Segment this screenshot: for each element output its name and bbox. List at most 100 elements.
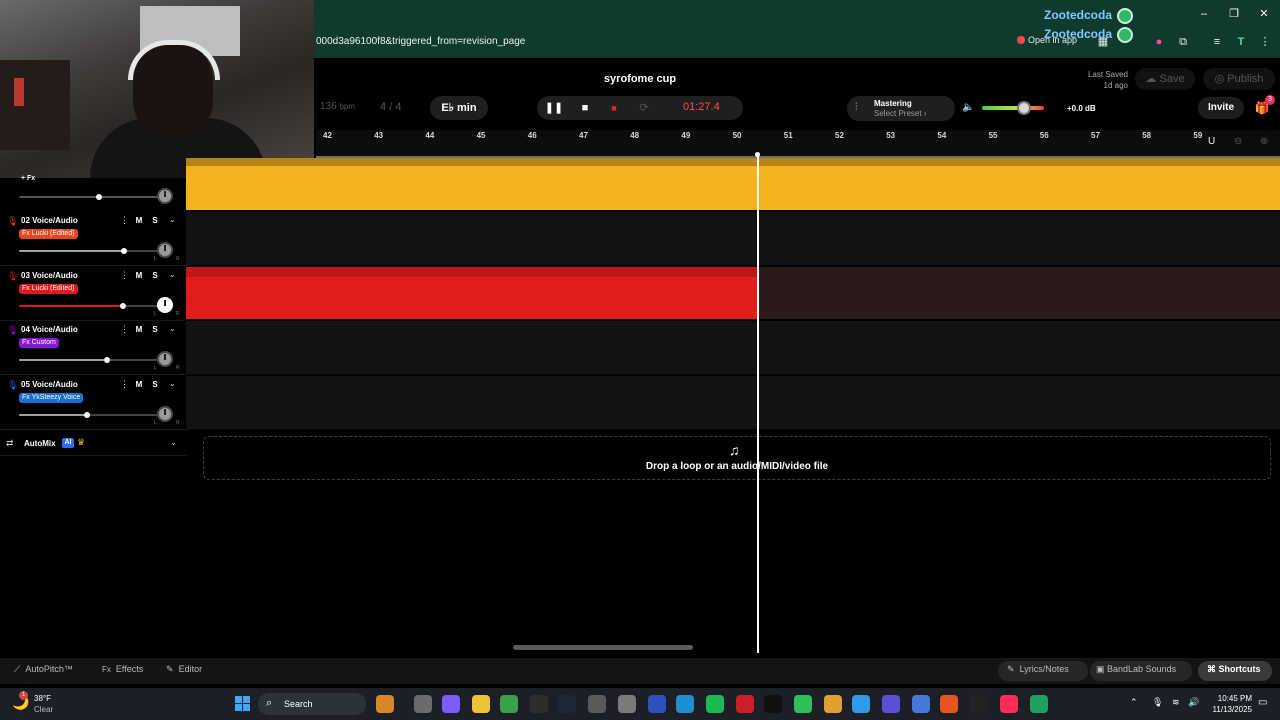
more-options-icon[interactable]: ⋮ xyxy=(120,215,129,226)
track-volume-handle[interactable] xyxy=(84,412,90,418)
steam-icon[interactable] xyxy=(558,695,576,713)
solo-button[interactable]: S xyxy=(149,215,161,227)
chevron-down-icon[interactable]: ⌄ xyxy=(170,438,177,447)
mute-button[interactable]: M xyxy=(133,270,145,282)
playhead[interactable] xyxy=(757,153,759,653)
track-volume-handle[interactable] xyxy=(121,248,127,254)
fl-studio-icon[interactable] xyxy=(940,695,958,713)
track-header[interactable]: 🎙 05 Voice/Audio ⋮ M S ⌄ Fx YkSteezy Voi… xyxy=(0,376,186,430)
mute-button[interactable]: M xyxy=(133,215,145,227)
fx-preset-chip[interactable]: Fx YkSteezy Voice xyxy=(19,393,84,403)
track-lane[interactable] xyxy=(186,376,1280,430)
taskbar-search[interactable]: Search xyxy=(258,693,366,715)
whatsapp-icon[interactable] xyxy=(1030,695,1048,713)
automix-row[interactable]: ⇄ AutoMix AI ♛ ⌄ xyxy=(0,432,186,456)
pan-knob[interactable] xyxy=(157,188,173,204)
solo-button[interactable]: S xyxy=(149,270,161,282)
vpn-icon[interactable] xyxy=(648,695,666,713)
spotify-icon[interactable] xyxy=(706,695,724,713)
bandlab-sounds-button[interactable]: ▣ BandLab Sounds xyxy=(1096,664,1176,675)
copilot-icon[interactable] xyxy=(442,695,460,713)
key-button[interactable]: E♭ min xyxy=(430,96,488,120)
settings-icon[interactable] xyxy=(618,695,636,713)
track-volume-slider[interactable] xyxy=(19,196,159,198)
playhead-handle[interactable] xyxy=(755,152,760,157)
notification-icon[interactable]: ▭ xyxy=(1258,697,1267,708)
chevron-up-icon[interactable]: ⌃ xyxy=(1130,697,1138,708)
stop-icon[interactable]: ■ xyxy=(573,96,597,120)
zoom-in-icon[interactable]: ⊕ xyxy=(1260,136,1268,147)
vpn2-icon[interactable] xyxy=(912,695,930,713)
pan-knob[interactable] xyxy=(157,406,173,422)
settings-gear-icon[interactable] xyxy=(588,695,606,713)
chrome-icon[interactable] xyxy=(852,695,870,713)
profile-button[interactable]: T xyxy=(1234,35,1248,49)
close-icon[interactable]: ✕ xyxy=(1254,6,1274,22)
solo-button[interactable]: S xyxy=(149,324,161,336)
tiktok-icon[interactable] xyxy=(1000,695,1018,713)
more-options-icon[interactable]: ⋮ xyxy=(120,324,129,335)
track-name[interactable]: 05 Voice/Audio xyxy=(21,380,78,389)
pan-knob[interactable] xyxy=(157,297,173,313)
snap-magnet-icon[interactable]: U xyxy=(1208,136,1215,147)
effects-button[interactable]: Fx Effects xyxy=(102,664,143,674)
track-volume-handle[interactable] xyxy=(120,303,126,309)
track-volume-handle[interactable] xyxy=(104,357,110,363)
chevron-down-icon[interactable]: ⌄ xyxy=(169,215,176,224)
mute-button[interactable]: M xyxy=(133,379,145,391)
store-icon[interactable] xyxy=(530,695,548,713)
record-icon[interactable]: ■ xyxy=(602,96,626,120)
file-explorer-icon[interactable] xyxy=(472,695,490,713)
opera-icon[interactable] xyxy=(736,695,754,713)
clock-time[interactable]: 10:45 PM xyxy=(1212,694,1252,703)
solo-button[interactable]: S xyxy=(149,379,161,391)
autopitch-button[interactable]: ⟋ AutoPitch™ xyxy=(14,664,73,675)
chevron-down-icon[interactable]: ⌄ xyxy=(169,270,176,279)
track-header[interactable]: 🎙 04 Voice/Audio ⋮ M S ⌄ Fx Custom L R xyxy=(0,321,186,375)
zoom-out-icon[interactable]: ⊖ xyxy=(1234,136,1242,147)
puzzle-icon[interactable]: ⧉ xyxy=(1176,35,1190,49)
more-options-icon[interactable]: ⋮ xyxy=(120,379,129,390)
publish-button[interactable]: ◎ Publish xyxy=(1203,68,1275,90)
file-viewer-icon[interactable] xyxy=(414,695,432,713)
pause-icon[interactable]: ❚❚ xyxy=(542,96,566,120)
mastering-button[interactable]: ⫶ Mastering Select Preset › xyxy=(847,96,955,121)
minimize-icon[interactable]: – xyxy=(1194,6,1214,22)
track-header[interactable]: 🎙 03 Voice/Audio ⋮ M S ⌄ Fx Lucki (Edite… xyxy=(0,267,186,321)
track-name[interactable]: 04 Voice/Audio xyxy=(21,325,78,334)
extension-icon[interactable]: ▦ xyxy=(1096,35,1110,49)
master-volume-slider[interactable] xyxy=(982,106,1044,110)
fx-preset-chip[interactable]: Fx Custom xyxy=(19,338,59,348)
more-icon[interactable]: ⋮ xyxy=(1258,35,1272,49)
restore-icon[interactable]: ❐ xyxy=(1224,6,1244,22)
track-lane[interactable] xyxy=(186,212,1280,266)
pan-knob[interactable] xyxy=(157,242,173,258)
track-name[interactable]: 03 Voice/Audio xyxy=(21,271,78,280)
clock-date[interactable]: 11/13/2025 xyxy=(1206,705,1252,714)
lyrics-notes-button[interactable]: ✎ Lyrics/Notes xyxy=(1007,664,1069,675)
horizontal-scrollbar[interactable] xyxy=(513,645,693,650)
capcut2-icon[interactable] xyxy=(970,695,988,713)
track-lane[interactable] xyxy=(186,321,1280,375)
track-header[interactable]: 🎙 02 Voice/Audio ⋮ M S ⌄ Fx Lucki (Edite… xyxy=(0,212,186,266)
mute-button[interactable]: M xyxy=(133,324,145,336)
fx-preset-chip[interactable]: Fx Lucki (Edited) xyxy=(19,284,78,294)
track-lane[interactable] xyxy=(758,267,1280,319)
chat-icon[interactable] xyxy=(824,695,842,713)
add-fx-button[interactable]: + Fx xyxy=(21,175,35,182)
windows-start-icon[interactable] xyxy=(235,696,251,712)
open-in-app-button[interactable]: Open in app xyxy=(1017,35,1077,49)
capcut-icon[interactable] xyxy=(764,695,782,713)
invite-button[interactable]: Invite xyxy=(1198,97,1244,119)
shortcuts-button[interactable]: ⌘ Shortcuts xyxy=(1207,664,1261,675)
extension-icon[interactable]: ● xyxy=(1152,35,1166,49)
pan-knob[interactable] xyxy=(157,351,173,367)
time-signature[interactable]: 4 / 4 xyxy=(380,101,401,113)
timeline-ruler[interactable] xyxy=(316,130,1280,156)
speaker-mute-icon[interactable]: 🔈 xyxy=(962,102,974,113)
track-name[interactable]: 02 Voice/Audio xyxy=(21,216,78,225)
track-volume-handle[interactable] xyxy=(96,194,102,200)
wifi-icon[interactable]: ≋ xyxy=(1172,697,1180,708)
chevron-down-icon[interactable]: ⌄ xyxy=(169,379,176,388)
loop-icon[interactable]: ⟳ xyxy=(632,96,656,120)
